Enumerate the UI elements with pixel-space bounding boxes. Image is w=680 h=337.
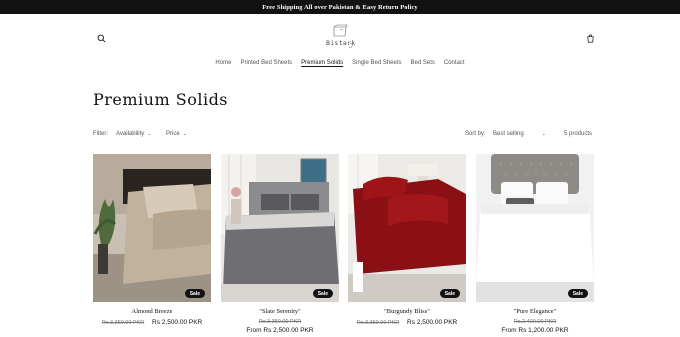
product-price: Rs.3,350.00 PKR From Rs 2,500.00 PKR	[221, 319, 339, 334]
chevron-down-icon: ⌄	[182, 131, 187, 137]
chevron-down-icon: ⌄	[147, 131, 152, 137]
nav-contact[interactable]: Contact	[439, 60, 469, 66]
product-name[interactable]: "Pure Elegance"	[476, 308, 594, 315]
sale-price: Rs 2,500.00 PKR	[407, 319, 458, 326]
sort-value: Best selling	[493, 131, 524, 137]
sort-select[interactable]: Best selling ⌄	[493, 131, 546, 137]
site-header: Bistark Home Printed Bed Sheets Premium …	[0, 14, 680, 74]
sale-badge: Sale	[567, 289, 588, 298]
availability-label: Availability	[116, 131, 145, 137]
product-name[interactable]: Almond Breeze	[93, 308, 211, 315]
site-logo[interactable]: Bistark	[318, 24, 362, 52]
product-price: Rs.3,350.00 PKR Rs 2,500.00 PKR	[348, 319, 466, 326]
sale-price: Rs 2,500.00 PKR	[152, 319, 203, 326]
product-image[interactable]: Sale	[221, 154, 339, 302]
product-count: 5 products	[564, 131, 593, 137]
price-filter[interactable]: Price ⌄	[166, 131, 187, 137]
product-card[interactable]: Sale "Slate Serenity" Rs.3,350.00 PKR Fr…	[221, 154, 339, 334]
sale-badge: Sale	[184, 289, 205, 298]
product-price: Rs.3,350.00 PKR Rs 2,500.00 PKR	[93, 319, 211, 326]
nav-bed-sets[interactable]: Bed Sets	[406, 60, 439, 66]
logo-text: Bistark	[326, 39, 356, 47]
chevron-down-icon: ⌄	[541, 131, 546, 137]
nav-home[interactable]: Home	[211, 60, 236, 66]
product-image[interactable]: Sale	[476, 154, 594, 302]
compare-price: Rs.3,350.00 PKR	[101, 320, 145, 326]
product-image[interactable]: Sale	[93, 154, 211, 302]
product-name[interactable]: "Burgundy Bliss"	[348, 308, 466, 315]
main-nav: Home Printed Bed Sheets Premium Solids S…	[0, 60, 680, 66]
sale-badge: Sale	[439, 289, 460, 298]
product-image[interactable]: Sale	[348, 154, 466, 302]
nav-printed-bed-sheets[interactable]: Printed Bed Sheets	[236, 60, 297, 66]
product-grid: Sale Almond Breeze Rs.3,350.00 PKR Rs 2,…	[93, 154, 594, 337]
cart-icon[interactable]	[583, 31, 597, 45]
product-card[interactable]: Sale "Burgundy Bliss" Rs.3,350.00 PKR Rs…	[348, 154, 466, 326]
product-name[interactable]: "Slate Serenity"	[221, 308, 339, 315]
sale-price: Rs 1,200.00 PKR	[518, 327, 569, 334]
availability-filter[interactable]: Availability ⌄	[116, 131, 151, 137]
filter-label: Filter:	[93, 131, 108, 137]
sort-label: Sort by:	[465, 131, 486, 137]
sale-badge: Sale	[312, 289, 333, 298]
compare-price: Rs.2,400.00 PKR	[513, 319, 557, 325]
price-label: Price	[166, 131, 180, 137]
price-prefix: From	[501, 327, 519, 334]
announcement-text: Free Shipping All over Pakistan & Easy R…	[262, 3, 418, 11]
compare-price: Rs.3,350.00 PKR	[356, 320, 400, 326]
page-title: Premium Solids	[93, 90, 229, 109]
product-card[interactable]: Sale Almond Breeze Rs.3,350.00 PKR Rs 2,…	[93, 154, 211, 326]
price-prefix: From	[246, 327, 264, 334]
compare-price: Rs.3,350.00 PKR	[258, 319, 302, 325]
sale-price: Rs 2,500.00 PKR	[263, 327, 314, 334]
nav-premium-solids[interactable]: Premium Solids	[297, 60, 348, 66]
search-icon[interactable]	[94, 31, 108, 45]
product-price: Rs.2,400.00 PKR From Rs 1,200.00 PKR	[476, 319, 594, 334]
nav-single-bed-sheets[interactable]: Single Bed Sheets	[348, 60, 406, 66]
product-card[interactable]: Sale "Pure Elegance" Rs.2,400.00 PKR Fro…	[476, 154, 594, 334]
filter-bar: Filter: Availability ⌄ Price ⌄ Sort by: Be…	[93, 131, 594, 141]
announcement-bar: Free Shipping All over Pakistan & Easy R…	[0, 0, 680, 14]
